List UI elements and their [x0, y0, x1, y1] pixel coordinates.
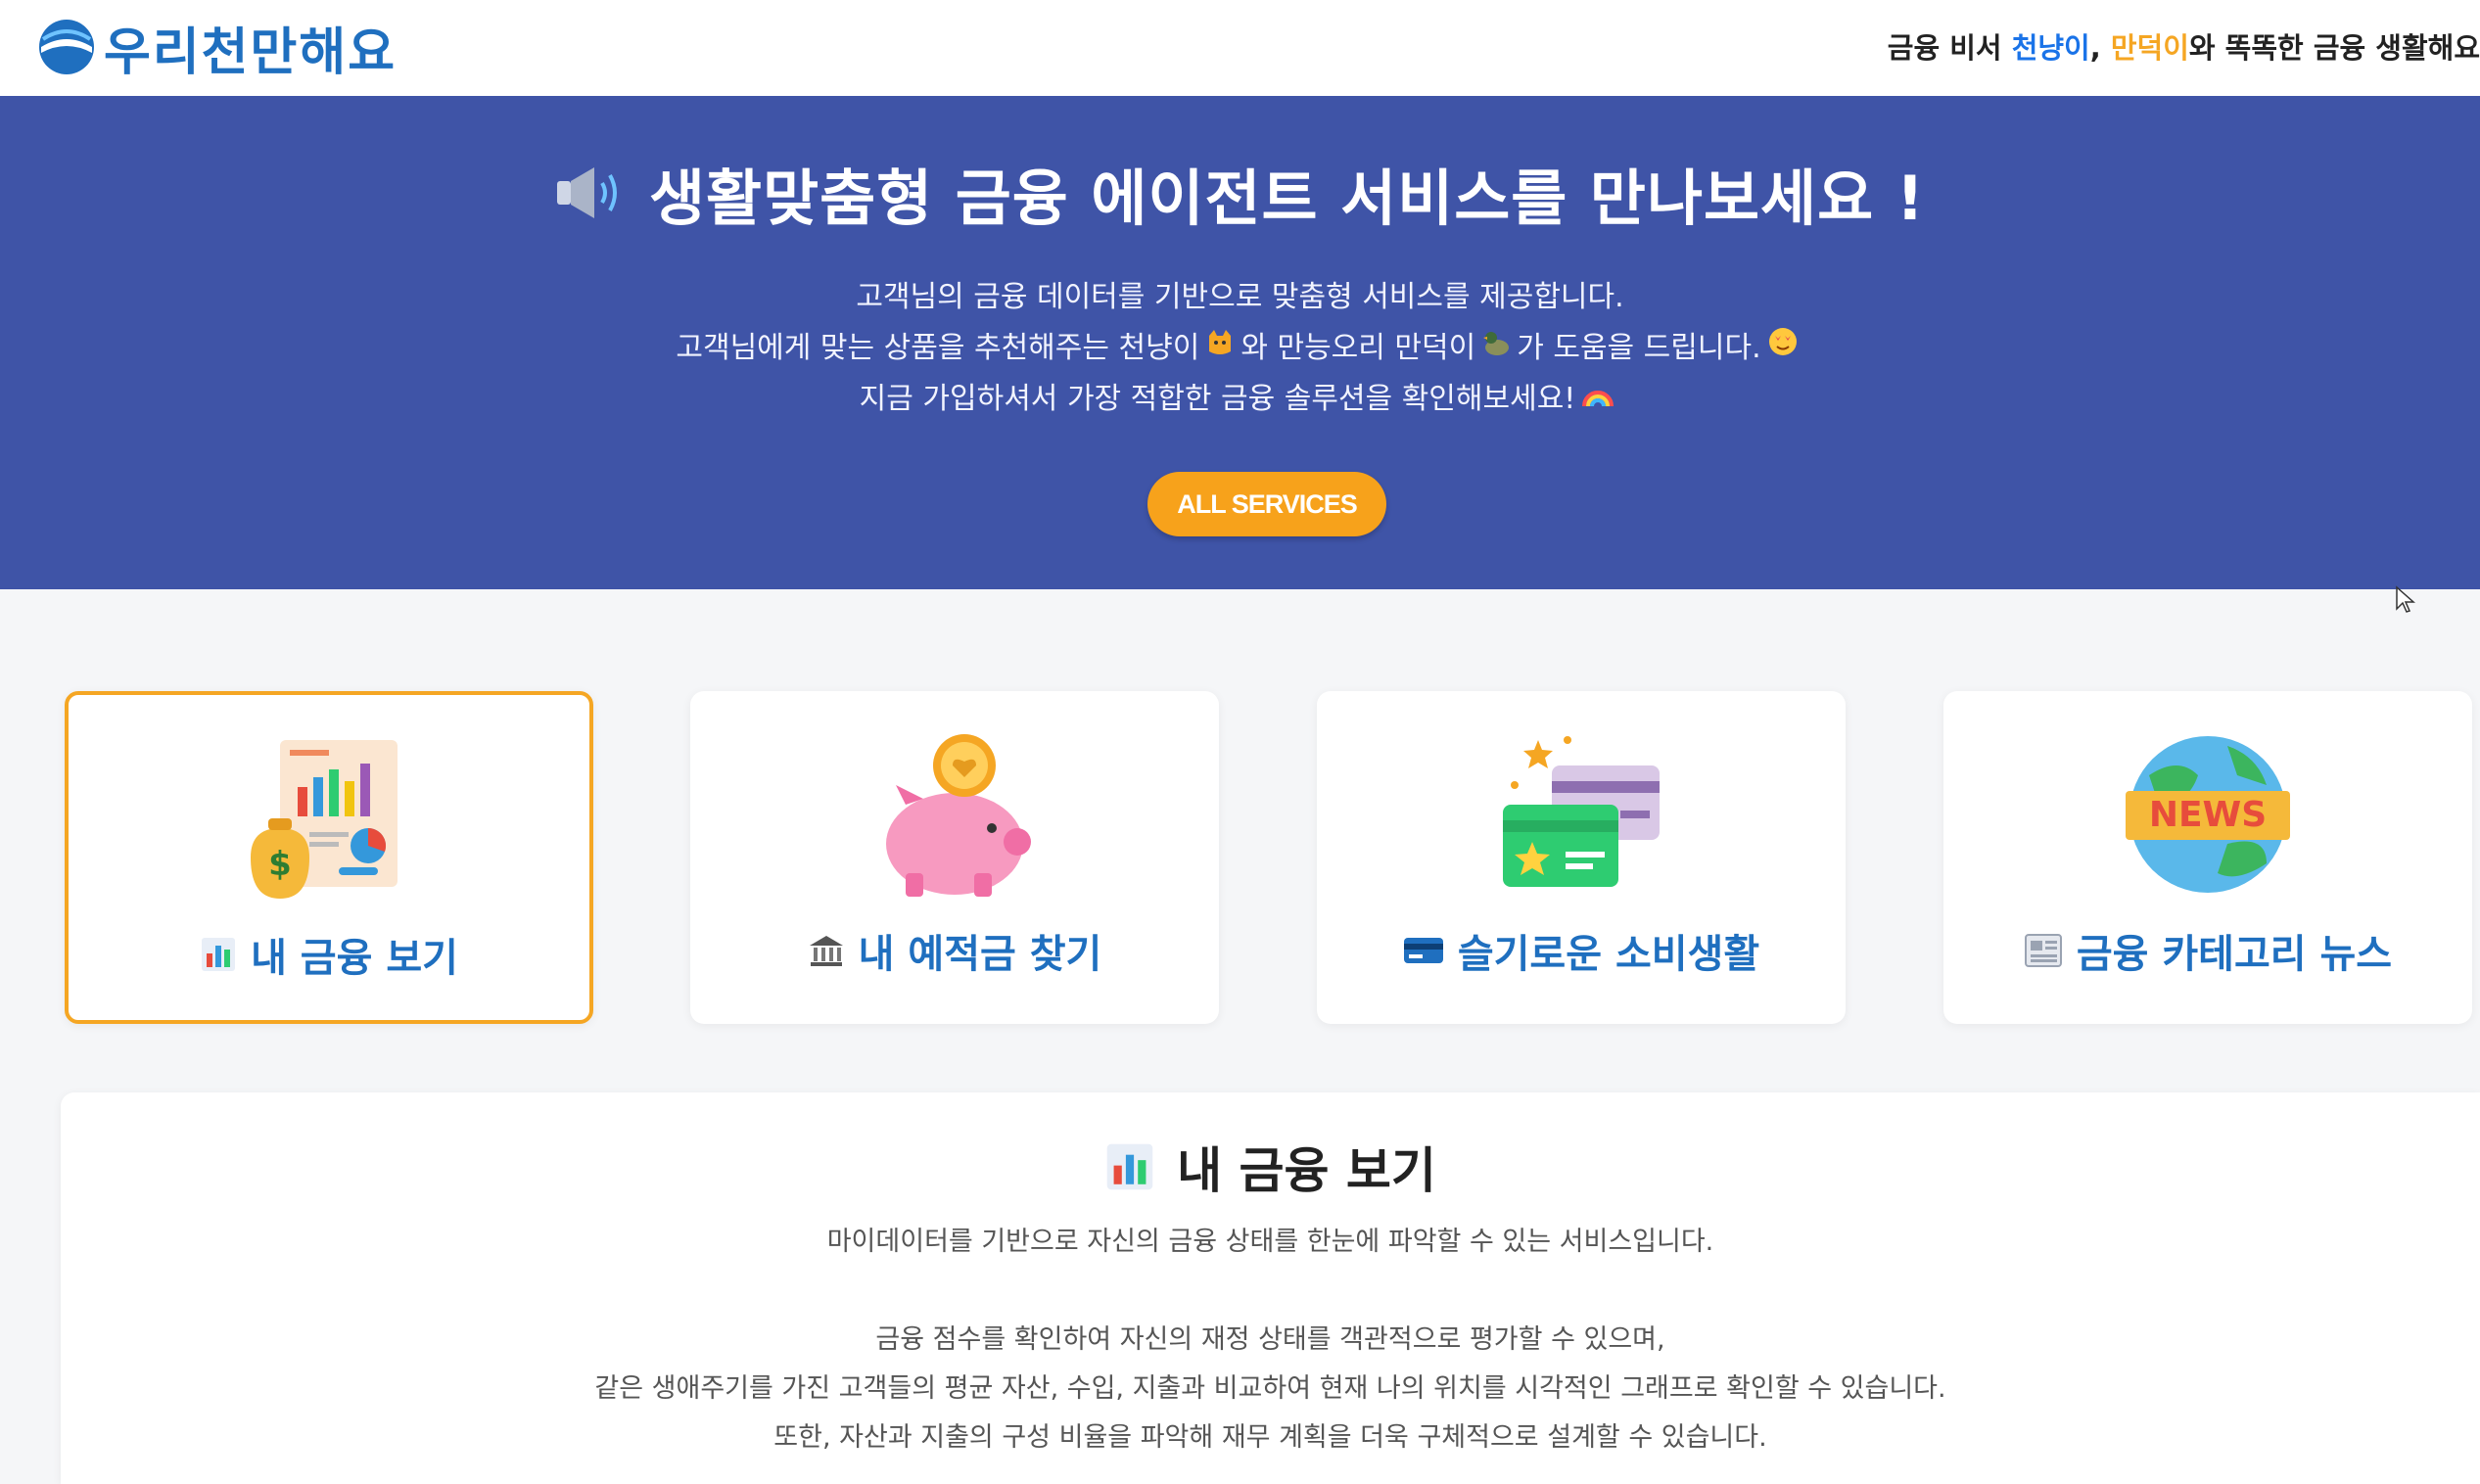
- credit-card-icon: [1403, 938, 1443, 963]
- hero-title-row: 생활맞춤형 금융 에이전트 서비스를 만나보세요 !: [0, 149, 2480, 237]
- bar-chart-icon: [202, 938, 236, 971]
- hero-banner: 생활맞춤형 금융 에이전트 서비스를 만나보세요 ! 고객님의 금융 데이터를 …: [0, 96, 2480, 589]
- hero-line-3-text: 지금 가입하셔서 가장 적합한 금융 솔루션을 확인해보세요!: [859, 382, 1576, 416]
- top-header: 우리천만해요 금융 비서 천냥이, 만덕이와 똑똑한 금융 생활해요: [0, 0, 2480, 96]
- panel-title: 내 금융 보기: [1177, 1142, 1436, 1199]
- card-label-row: 슬기로운 소비생활: [1317, 922, 1846, 979]
- all-services-button[interactable]: ALL SERVICES: [1147, 472, 1386, 536]
- card-label-text: 슬기로운 소비생활: [1457, 932, 1760, 977]
- card-label-text: 금융 카테고리 뉴스: [2076, 932, 2393, 977]
- mouse-cursor-icon: [2396, 585, 2415, 613]
- newspaper-icon: [2024, 934, 2062, 967]
- logo-text: 우리천만해요: [104, 22, 398, 82]
- panel-body-line-3: 또한, 자산과 지출의 구성 비율을 파악해 재무 계획을 더욱 구체적으로 설…: [773, 1422, 1767, 1453]
- panel-body-line-1: 금융 점수를 확인하여 자신의 재정 상태를 객관적으로 평가할 수 있으며,: [875, 1324, 1665, 1355]
- card-label-text: 내 예적금 찾기: [858, 932, 1102, 977]
- panel-title-row: 내 금융 보기: [61, 1132, 2480, 1202]
- card-label-text: 내 금융 보기: [251, 936, 458, 981]
- tagline-suffix: 와 똑똑한 금융 생활해요: [2188, 31, 2480, 65]
- panel-body: 금융 점수를 확인하여 자신의 재정 상태를 객관적으로 평가할 수 있으며, …: [61, 1316, 2480, 1462]
- tagline-separator: ,: [2089, 31, 2111, 65]
- megaphone-icon: [556, 167, 617, 218]
- hero-description: 고객님의 금융 데이터를 기반으로 맞춤형 서비스를 제공합니다. 고객님에게 …: [0, 272, 2480, 425]
- logo[interactable]: 우리천만해요: [37, 16, 397, 82]
- tagline-prefix: 금융 비서: [1887, 31, 2012, 65]
- cards-illustration: [1503, 736, 1660, 887]
- bar-chart-icon: [1106, 1143, 1153, 1190]
- card-label-row: 내 금융 보기: [69, 926, 589, 983]
- service-card-savings[interactable]: 내 예적금 찾기: [690, 691, 1219, 1024]
- service-card-my-finance[interactable]: $ 내 금융 보기: [65, 691, 593, 1024]
- service-card-smart-spending[interactable]: 슬기로운 소비생활: [1317, 691, 1846, 1024]
- panel-subtitle: 마이데이터를 기반으로 자신의 금융 상태를 한눈에 파악할 수 있는 서비스입…: [826, 1227, 1714, 1257]
- header-tagline: 금융 비서 천냥이, 만덕이와 똑똑한 금융 생활해요: [1888, 25, 2480, 67]
- tagline-name-mandeok: 만덕이: [2110, 31, 2189, 65]
- hero-line-2: 고객님에게 맞는 상품을 추천해주는 천냥이 와 만능오리 만덕이 가 도움을 …: [0, 323, 2480, 374]
- hero-line-2b: 와 만능오리 만덕이: [1240, 331, 1476, 365]
- service-detail-panel: 내 금융 보기 마이데이터를 기반으로 자신의 금융 상태를 한눈에 파악할 수…: [61, 1092, 2480, 1484]
- svg-text:$: $: [268, 845, 292, 884]
- panel-body-line-2: 같은 생애주기를 가진 고객들의 평균 자산, 수입, 지출과 비교하여 현재 …: [594, 1373, 1946, 1404]
- card-label-row: 내 예적금 찾기: [690, 922, 1219, 979]
- hero-line-1: 고객님의 금융 데이터를 기반으로 맞춤형 서비스를 제공합니다.: [856, 280, 1624, 314]
- money-report-illustration: $: [251, 740, 398, 899]
- tagline-name-cheonnyang: 천냥이: [2011, 31, 2090, 65]
- hero-line-2c: 가 도움을 드립니다.: [1517, 331, 1761, 365]
- news-globe-illustration: NEWS: [2126, 736, 2290, 893]
- rainbow-icon: [1581, 374, 1614, 425]
- hero-line-2a: 고객님에게 맞는 상품을 추천해주는 천냥이: [676, 331, 1200, 365]
- hero-line-3: 지금 가입하셔서 가장 적합한 금융 솔루션을 확인해보세요!: [0, 374, 2480, 425]
- service-card-news[interactable]: NEWS 금융 카테고리 뉴스: [1943, 691, 2472, 1024]
- smiling-face-hearts-icon: [1767, 323, 1799, 374]
- news-label: NEWS: [2149, 795, 2267, 835]
- duck-icon: [1481, 323, 1511, 374]
- logo-mark-icon: [39, 20, 94, 74]
- hero-title: 생활맞춤형 금융 에이전트 서비스를 만나보세요 !: [648, 162, 1925, 234]
- piggy-bank-illustration: [886, 734, 1031, 897]
- cat-face-icon: [1205, 323, 1235, 374]
- bank-icon: [809, 936, 843, 966]
- card-label-row: 금융 카테고리 뉴스: [1943, 922, 2472, 979]
